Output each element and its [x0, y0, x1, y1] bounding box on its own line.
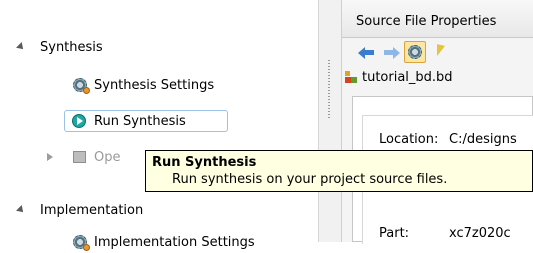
implementation-section-label[interactable]: Implementation	[40, 203, 143, 218]
gear-icon[interactable]	[404, 41, 426, 63]
file-name: tutorial_bd.bd	[362, 69, 453, 85]
run-synthesis-item[interactable]: Run Synthesis	[72, 110, 186, 132]
expand-open-icon[interactable]	[47, 153, 53, 161]
expand-synthesis-icon[interactable]	[16, 42, 26, 52]
tab-source-file-properties[interactable]: Source File Properties	[356, 14, 496, 29]
source-file-properties-pane: Source File Properties tutorial_bd.bd Lo…	[342, 0, 533, 244]
run-icon	[72, 113, 88, 129]
open-synthesized-item[interactable]: Ope	[72, 146, 120, 168]
properties-toolbar	[342, 38, 533, 66]
file-header: tutorial_bd.bd	[342, 66, 533, 88]
select-icon[interactable]	[434, 44, 452, 62]
gear-icon	[72, 234, 90, 251]
location-label: Location:	[379, 132, 439, 147]
expand-implementation-icon[interactable]	[16, 205, 26, 215]
location-value: C:/designs	[449, 132, 517, 147]
gear-icon	[72, 77, 90, 94]
splitter-grip	[328, 60, 330, 120]
tooltip-title: Run Synthesis	[152, 155, 257, 170]
tooltip: Run Synthesis Run synthesis on your proj…	[145, 150, 533, 192]
implementation-settings-label: Implementation Settings	[94, 234, 255, 250]
synthesis-section-label[interactable]: Synthesis	[40, 40, 103, 55]
open-icon	[72, 149, 88, 165]
open-item-label: Ope	[94, 149, 121, 165]
synthesis-settings-label: Synthesis Settings	[94, 77, 215, 93]
implementation-settings-item[interactable]: Implementation Settings	[72, 231, 255, 253]
pane-splitter[interactable]	[318, 0, 342, 242]
flow-navigator: Synthesis Synthesis Settings Run Synthes…	[0, 0, 318, 251]
forward-arrow-icon[interactable]	[382, 44, 400, 62]
tooltip-body: Run synthesis on your project source fil…	[172, 172, 448, 187]
part-value: xc7z020c	[449, 226, 511, 241]
synthesis-settings-item[interactable]: Synthesis Settings	[72, 74, 214, 96]
run-synthesis-label: Run Synthesis	[94, 113, 186, 129]
properties-tab-bar: Source File Properties	[342, 0, 533, 38]
part-label: Part:	[379, 226, 410, 241]
back-arrow-icon[interactable]	[358, 44, 376, 62]
hierarchy-icon	[344, 70, 358, 84]
